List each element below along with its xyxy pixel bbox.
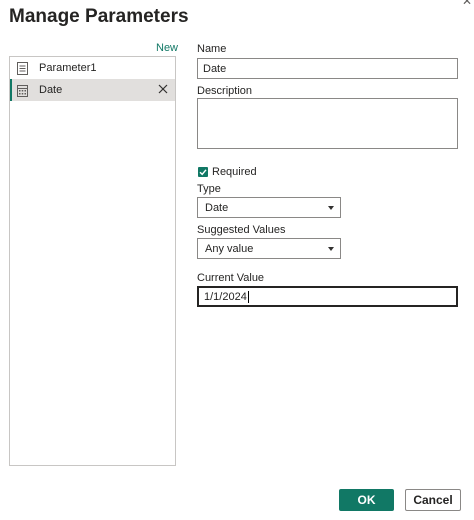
parameter-list: Parameter1 Date: [9, 56, 176, 466]
calendar-icon: [17, 84, 28, 97]
current-value-input[interactable]: 1/1/2024: [197, 286, 458, 307]
type-select-value: Date: [205, 201, 229, 214]
type-label: Type: [197, 183, 221, 195]
parameter-item-label: Parameter1: [39, 62, 97, 74]
type-select[interactable]: Date: [197, 197, 341, 218]
close-icon[interactable]: ✕: [462, 0, 472, 8]
parameter-item-label: Date: [39, 84, 63, 96]
text-cursor: [247, 290, 249, 303]
description-input[interactable]: [197, 98, 458, 149]
cancel-button[interactable]: Cancel: [405, 489, 461, 511]
required-checkbox[interactable]: [198, 167, 208, 177]
suggested-values-value: Any value: [205, 242, 254, 255]
description-label: Description: [197, 85, 253, 97]
parameter-item-parameter1[interactable]: Parameter1: [10, 57, 175, 79]
dialog-title: Manage Parameters: [9, 6, 189, 27]
name-label: Name: [197, 43, 227, 55]
chevron-down-icon: [328, 247, 334, 251]
delete-icon[interactable]: [155, 81, 171, 97]
current-value-label: Current Value: [197, 272, 265, 284]
name-input[interactable]: Date: [197, 58, 458, 79]
document-icon: [17, 61, 28, 75]
current-value-text: 1/1/2024: [204, 290, 247, 303]
name-input-value: Date: [203, 62, 227, 75]
parameter-item-date[interactable]: Date: [10, 79, 175, 101]
suggested-values-select[interactable]: Any value: [197, 238, 341, 259]
checkmark-icon: [199, 169, 207, 176]
ok-button[interactable]: OK: [339, 489, 394, 511]
chevron-down-icon: [328, 206, 334, 210]
new-parameter-link[interactable]: New: [156, 42, 178, 54]
suggested-values-label: Suggested Values: [197, 224, 286, 236]
required-label: Required: [212, 166, 257, 178]
